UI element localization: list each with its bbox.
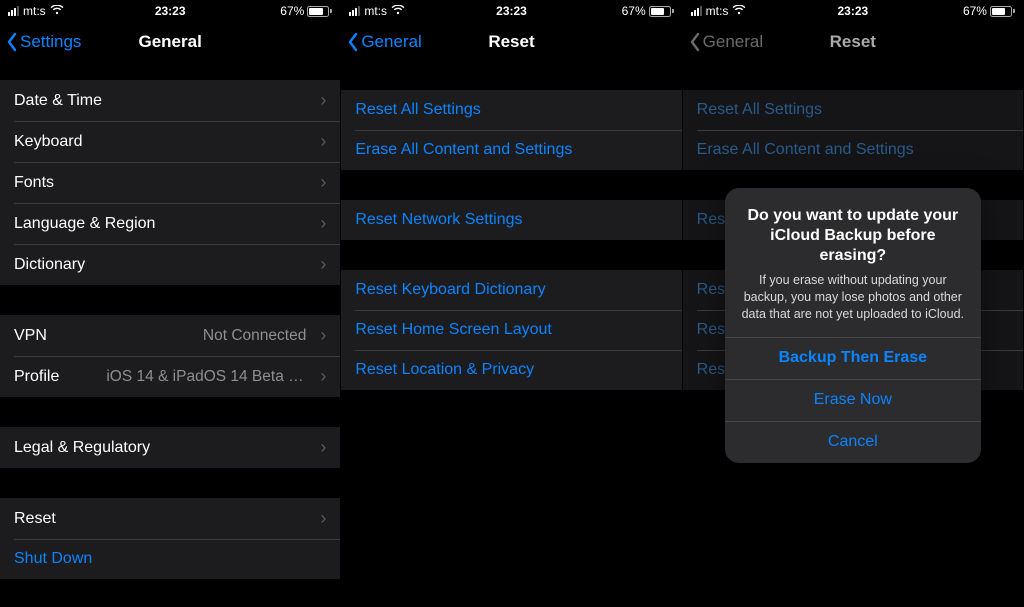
group-legal: Legal & Regulatory › bbox=[0, 427, 340, 468]
page-title: Reset bbox=[341, 32, 681, 52]
screen-general: mt:s 23:23 67% Settings General Date & T… bbox=[0, 0, 341, 607]
chevron-right-icon: › bbox=[320, 213, 326, 234]
chevron-right-icon: › bbox=[320, 254, 326, 275]
row-erase-all[interactable]: Erase All Content and Settings bbox=[341, 130, 681, 170]
backup-then-erase-button[interactable]: Backup Then Erase bbox=[725, 337, 981, 379]
clock-label: 23:23 bbox=[341, 4, 681, 18]
nav-bar: Settings General bbox=[0, 20, 340, 64]
page-title: Reset bbox=[683, 32, 1023, 52]
row-language-region[interactable]: Language & Region › bbox=[0, 203, 340, 244]
row-date-time[interactable]: Date & Time › bbox=[0, 80, 340, 121]
row-vpn[interactable]: VPN Not Connected › bbox=[0, 315, 340, 356]
status-bar: mt:s 23:23 67% bbox=[341, 0, 681, 20]
row-label: VPN bbox=[14, 327, 47, 345]
content: Date & Time › Keyboard › Fonts › Language &… bbox=[0, 64, 340, 607]
row-profile[interactable]: Profile iOS 14 & iPadOS 14 Beta Softwar..… bbox=[0, 356, 340, 397]
status-bar: mt:s 23:23 67% bbox=[0, 0, 340, 20]
alert-title: Do you want to update your iCloud Backup… bbox=[741, 206, 965, 266]
clock-label: 23:23 bbox=[0, 4, 340, 18]
row-label: Date & Time bbox=[14, 92, 102, 110]
row-detail: Not Connected bbox=[203, 327, 306, 345]
row-reset-all-settings[interactable]: Reset All Settings bbox=[341, 90, 681, 130]
row-label: Reset Location & Privacy bbox=[355, 361, 534, 379]
alert-backdrop: Do you want to update your iCloud Backup… bbox=[683, 64, 1023, 607]
chevron-right-icon: › bbox=[320, 508, 326, 529]
row-legal[interactable]: Legal & Regulatory › bbox=[0, 427, 340, 468]
screen-reset-alert: mt:s 23:23 67% General Reset Reset All S… bbox=[683, 0, 1024, 607]
battery-icon bbox=[307, 6, 332, 17]
row-label: Reset Home Screen Layout bbox=[355, 321, 552, 339]
row-reset-location-privacy[interactable]: Reset Location & Privacy bbox=[341, 350, 681, 390]
row-label: Profile bbox=[14, 368, 59, 386]
group-vpn-profile: VPN Not Connected › Profile iOS 14 & iPadOS… bbox=[0, 315, 340, 397]
clock-label: 23:23 bbox=[683, 4, 1023, 18]
row-keyboard[interactable]: Keyboard › bbox=[0, 121, 340, 162]
row-label: Reset All Settings bbox=[355, 101, 480, 119]
group-datetime: Date & Time › Keyboard › Fonts › Language &… bbox=[0, 80, 340, 285]
alert-message: If you erase without updating your backu… bbox=[741, 272, 965, 323]
row-label: Shut Down bbox=[14, 550, 92, 568]
row-reset-keyboard-dict[interactable]: Reset Keyboard Dictionary bbox=[341, 270, 681, 310]
row-label: Keyboard bbox=[14, 133, 83, 151]
battery-icon bbox=[990, 6, 1015, 17]
chevron-right-icon: › bbox=[320, 131, 326, 152]
group-reset: Reset › Shut Down bbox=[0, 498, 340, 579]
nav-bar: General Reset bbox=[341, 20, 681, 64]
chevron-right-icon: › bbox=[320, 90, 326, 111]
row-label: Fonts bbox=[14, 174, 54, 192]
row-label: Dictionary bbox=[14, 256, 85, 274]
row-shut-down[interactable]: Shut Down bbox=[0, 539, 340, 579]
cancel-button[interactable]: Cancel bbox=[725, 421, 981, 463]
row-label: Reset Keyboard Dictionary bbox=[355, 281, 545, 299]
group-network: Reset Network Settings bbox=[341, 200, 681, 240]
battery-icon bbox=[649, 6, 674, 17]
alert-dialog: Do you want to update your iCloud Backup… bbox=[725, 188, 981, 463]
group-erase: Reset All Settings Erase All Content and… bbox=[341, 90, 681, 170]
row-reset-home-screen[interactable]: Reset Home Screen Layout bbox=[341, 310, 681, 350]
chevron-right-icon: › bbox=[320, 366, 326, 387]
row-reset[interactable]: Reset › bbox=[0, 498, 340, 539]
row-label: Reset bbox=[14, 510, 56, 528]
row-label: Reset Network Settings bbox=[355, 211, 522, 229]
group-other: Reset Keyboard Dictionary Reset Home Scr… bbox=[341, 270, 681, 390]
row-detail: iOS 14 & iPadOS 14 Beta Softwar... bbox=[106, 368, 306, 386]
screen-reset: mt:s 23:23 67% General Reset Reset All S… bbox=[341, 0, 682, 607]
row-reset-network[interactable]: Reset Network Settings bbox=[341, 200, 681, 240]
row-label: Erase All Content and Settings bbox=[355, 141, 572, 159]
content: Reset All Settings Erase All Content and… bbox=[341, 64, 681, 607]
row-fonts[interactable]: Fonts › bbox=[0, 162, 340, 203]
row-dictionary[interactable]: Dictionary › bbox=[0, 244, 340, 285]
erase-now-button[interactable]: Erase Now bbox=[725, 379, 981, 421]
chevron-right-icon: › bbox=[320, 437, 326, 458]
nav-bar: General Reset bbox=[683, 20, 1023, 64]
chevron-right-icon: › bbox=[320, 325, 326, 346]
row-label: Legal & Regulatory bbox=[14, 439, 150, 457]
row-label: Language & Region bbox=[14, 215, 155, 233]
chevron-right-icon: › bbox=[320, 172, 326, 193]
status-bar: mt:s 23:23 67% bbox=[683, 0, 1023, 20]
page-title: General bbox=[0, 32, 340, 52]
